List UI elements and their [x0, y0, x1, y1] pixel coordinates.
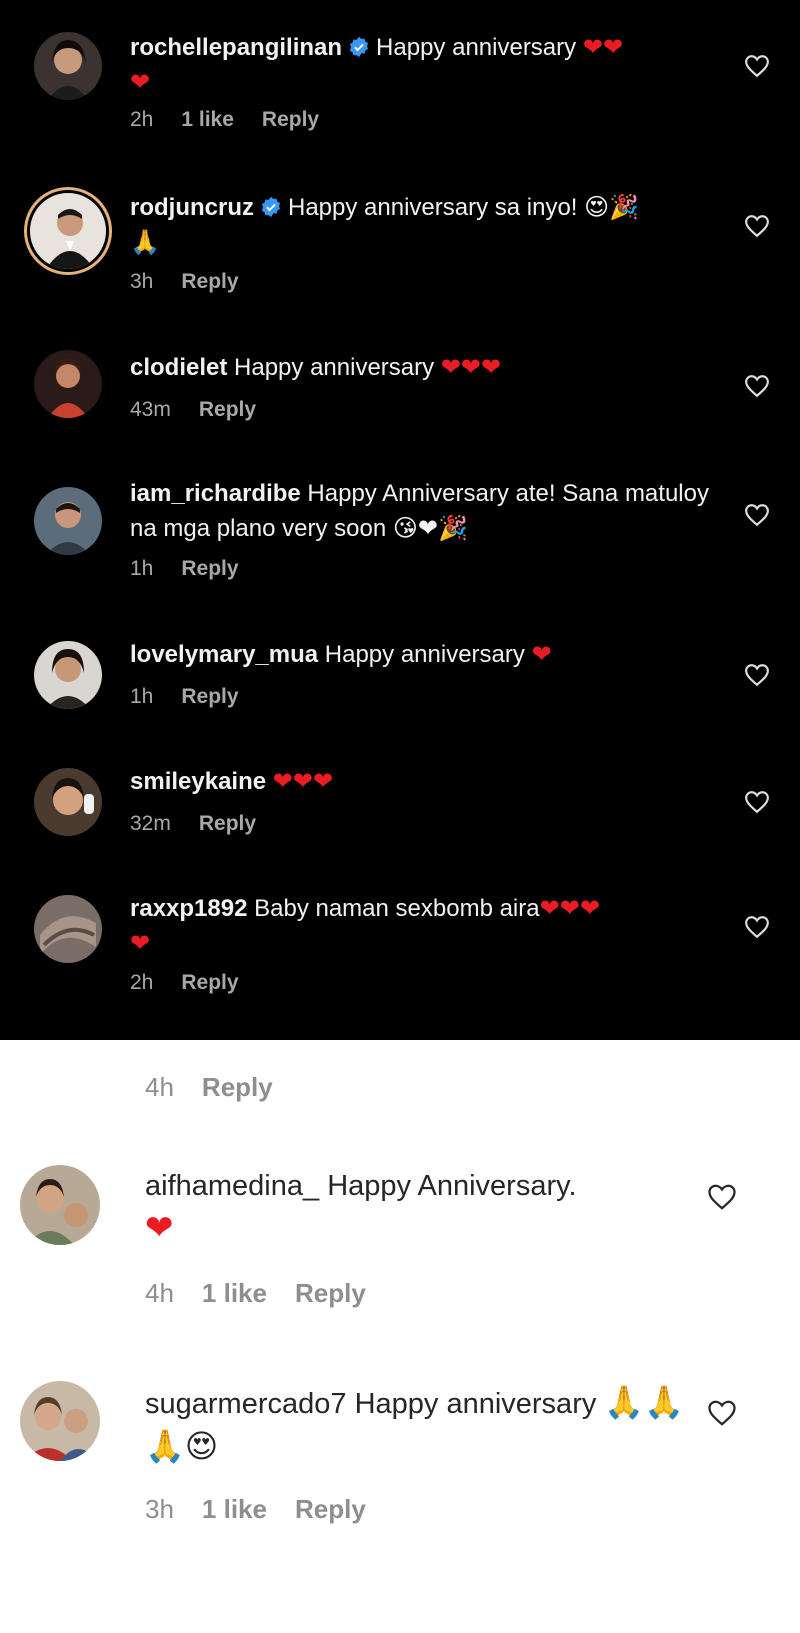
comment-time: 4h [145, 1278, 174, 1308]
avatar[interactable] [30, 193, 106, 269]
comment-likes[interactable]: 1 like [202, 1278, 267, 1308]
comment-username[interactable]: clodielet [130, 354, 227, 381]
comment-emoji: ❤❤❤ [440, 353, 502, 381]
comment-time: 1h [130, 557, 154, 580]
comment-time: 1h [130, 685, 154, 708]
comment-time: 2h [130, 108, 154, 131]
comment-text: Happy anniversary [354, 1388, 597, 1420]
comment-text: Happy anniversary [324, 641, 525, 668]
avatar[interactable] [34, 768, 102, 836]
comment-time: 4h [145, 1072, 174, 1102]
comment-likes[interactable]: 1 like [202, 1494, 267, 1524]
avatar[interactable] [34, 350, 102, 418]
heart-like-icon[interactable] [744, 374, 770, 398]
avatar[interactable] [20, 1381, 100, 1461]
comment-time: 3h [130, 270, 154, 293]
comment-text: Happy anniversary [376, 34, 577, 61]
comment-text: Baby naman sexbomb aira [254, 895, 540, 922]
reply-button[interactable]: Reply [181, 557, 238, 580]
light-comments-section: 4h Reply aifhamedina_ Happy Anniversary. … [0, 1040, 800, 1633]
avatar[interactable] [20, 1165, 100, 1245]
comment-username[interactable]: smileykaine [130, 768, 266, 795]
reply-button[interactable]: Reply [202, 1072, 273, 1102]
heart-like-icon[interactable] [744, 915, 770, 939]
comment-username[interactable]: rodjuncruz [130, 194, 254, 221]
verified-badge-icon [261, 196, 281, 218]
reply-button[interactable]: Reply [262, 108, 319, 131]
reply-button[interactable]: Reply [295, 1494, 366, 1524]
comment-text: Happy anniversary [234, 354, 435, 381]
comment-text: Happy Anniversary. [327, 1170, 577, 1202]
verified-badge-icon [349, 36, 369, 58]
reply-button[interactable]: Reply [199, 812, 256, 835]
reply-button[interactable]: Reply [181, 971, 238, 994]
heart-like-icon[interactable] [744, 503, 770, 527]
comment-emoji: 😘❤🎉 [392, 514, 468, 542]
comment-username[interactable]: sugarmercado7 [145, 1388, 347, 1420]
comment-time: 43m [130, 398, 171, 421]
comment-username[interactable]: aifhamedina_ [145, 1170, 319, 1202]
previous-comment-meta: 4h Reply [145, 1072, 301, 1103]
comment-username[interactable]: lovelymary_mua [130, 641, 318, 668]
avatar[interactable] [34, 641, 102, 709]
avatar[interactable] [34, 895, 102, 963]
heart-like-icon[interactable] [744, 54, 770, 78]
comment-emoji: ❤ [145, 1208, 174, 1248]
comment-emoji: ❤ [531, 640, 552, 668]
heart-like-icon[interactable] [707, 1183, 737, 1211]
comment-time: 3h [145, 1494, 174, 1524]
heart-like-icon[interactable] [744, 214, 770, 238]
avatar[interactable] [34, 487, 102, 555]
heart-like-icon[interactable] [744, 790, 770, 814]
heart-like-icon[interactable] [744, 663, 770, 687]
avatar[interactable] [34, 32, 102, 100]
reply-button[interactable]: Reply [181, 270, 238, 293]
comment-emoji: ❤❤❤ [272, 767, 334, 795]
dark-comments-section: rochellepangilinan Happy anniversary ❤❤ ❤… [0, 0, 800, 1040]
comment-username[interactable]: raxxp1892 [130, 895, 247, 922]
reply-button[interactable]: Reply [181, 685, 238, 708]
reply-button[interactable]: Reply [199, 398, 256, 421]
comment-text: Happy anniversary sa inyo! [288, 194, 578, 221]
reply-button[interactable]: Reply [295, 1278, 366, 1308]
comment-time: 2h [130, 971, 154, 994]
comment-username[interactable]: rochellepangilinan [130, 34, 342, 61]
comment-username[interactable]: iam_richardibe [130, 480, 301, 507]
heart-like-icon[interactable] [707, 1399, 737, 1427]
comment-likes[interactable]: 1 like [181, 108, 234, 131]
comment-time: 32m [130, 812, 171, 835]
